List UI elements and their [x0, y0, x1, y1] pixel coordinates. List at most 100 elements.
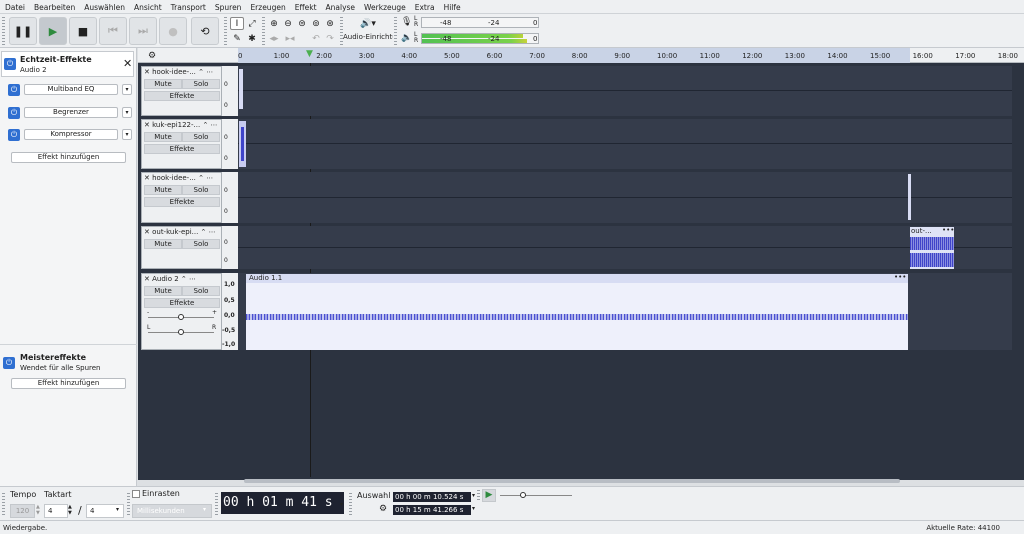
audio-setup-label[interactable]: Audio-Einrichtung	[343, 33, 393, 44]
solo-button[interactable]: Solo	[182, 239, 220, 249]
chevron-down-icon[interactable]: ▾	[203, 506, 206, 513]
effects-button[interactable]: Effekte	[144, 144, 220, 154]
toolbar-grip-9[interactable]	[349, 493, 352, 515]
clip-out[interactable]: out-... •••	[910, 226, 954, 269]
track-menu-icon[interactable]: ⌃ ⋯	[179, 275, 196, 283]
loop-button[interactable]: ⟲	[191, 17, 219, 45]
speed-slider-thumb[interactable]	[520, 492, 526, 498]
snap-unit-select[interactable]: Millisekunden	[132, 504, 212, 518]
zoom-toggle-button[interactable]: ⊛	[323, 17, 337, 30]
gain-slider-thumb[interactable]	[178, 314, 184, 320]
toolbar-grip-3[interactable]	[262, 17, 265, 45]
playback-speed-slider[interactable]	[500, 495, 572, 496]
clip-title[interactable]: Audio 1.1	[249, 274, 282, 282]
close-icon[interactable]: ✕	[123, 57, 132, 70]
power-icon[interactable]: ⏻	[4, 58, 16, 70]
track-name-5[interactable]: Audio 2	[152, 275, 179, 283]
record-button[interactable]: ●	[159, 17, 187, 45]
chevron-down-icon[interactable]: ▾	[472, 492, 475, 499]
close-icon[interactable]: ✕	[144, 228, 152, 236]
menu-auswaehlen[interactable]: Auswählen	[84, 0, 125, 12]
record-meter[interactable]: -48 -24 0	[421, 17, 539, 28]
time-display[interactable]: 00 h 01 m 41 s	[221, 492, 344, 514]
mute-button[interactable]: Mute	[144, 132, 182, 142]
microphone-icon[interactable]: 🎙	[401, 17, 412, 27]
audio-setup-volume-button[interactable]: 🔊▾	[357, 17, 379, 30]
solo-button[interactable]: Solo	[182, 132, 220, 142]
mute-button[interactable]: Mute	[144, 239, 182, 249]
selection-tool-button[interactable]: I	[230, 17, 244, 30]
toolbar-grip-7[interactable]	[127, 493, 130, 515]
timeline-ruler[interactable]: ⚙ ▼ 0 1:00 2:00 3:00 4:00 5:00 6:00 7:00 8:00 9:0…	[138, 48, 1024, 63]
menu-erzeugen[interactable]: Erzeugen	[250, 0, 285, 12]
takt-numerator[interactable]: 4	[44, 504, 68, 518]
mute-button[interactable]: Mute	[144, 286, 182, 296]
effect-slot-3[interactable]: Kompressor	[24, 129, 118, 140]
track-lane-1[interactable]	[238, 66, 1012, 116]
close-icon[interactable]: ✕	[144, 68, 152, 76]
toolbar-grip-5[interactable]	[394, 17, 397, 45]
menu-spuren[interactable]: Spuren	[215, 0, 242, 12]
fit-project-button[interactable]: ⊚	[309, 17, 323, 30]
selection-end[interactable]: 00 h 15 m 41.266 s	[393, 505, 471, 515]
horizontal-scrollbar[interactable]	[244, 479, 900, 483]
snap-checkbox[interactable]	[132, 490, 140, 498]
effects-button[interactable]: Effekte	[144, 197, 220, 207]
menu-datei[interactable]: Datei	[5, 0, 25, 12]
track-lane-5[interactable]: Audio 1.1 •••	[238, 273, 1012, 350]
effect-power-icon-1[interactable]: ⏻	[8, 84, 20, 96]
multi-tool-button[interactable]: ✱	[245, 32, 259, 45]
timeline-settings-icon[interactable]: ⚙	[148, 51, 156, 61]
playhead-marker-icon[interactable]: ▼	[306, 49, 313, 59]
zoom-in-button[interactable]: ⊕	[267, 17, 281, 30]
stop-button[interactable]: ■	[69, 17, 97, 45]
undo-button[interactable]: ↶	[309, 32, 323, 45]
track-menu-icon[interactable]: ⌃ ⋯	[198, 228, 216, 236]
effects-button[interactable]: Effekte	[144, 91, 220, 101]
track-lane-4[interactable]: out-... •••	[238, 226, 1012, 269]
close-icon[interactable]: ✕	[144, 121, 152, 129]
play-button[interactable]: ▶	[39, 17, 67, 45]
envelope-tool-button[interactable]: ⤢	[245, 17, 259, 30]
clip-title[interactable]: out-...	[911, 227, 932, 235]
menu-analyse[interactable]: Analyse	[326, 0, 356, 12]
tempo-spin-icon[interactable]: ▲ ▼	[36, 504, 40, 516]
pan-slider-thumb[interactable]	[178, 329, 184, 335]
gear-icon[interactable]: ⚙	[379, 504, 387, 514]
selection-start[interactable]: 00 h 00 m 10.524 s	[393, 492, 471, 502]
effect-menu-3[interactable]: ▾	[122, 129, 132, 140]
play-at-speed-button[interactable]: ▶	[482, 489, 496, 502]
chevron-down-icon[interactable]: ▾	[472, 505, 475, 512]
solo-button[interactable]: Solo	[182, 286, 220, 296]
chevron-down-icon[interactable]: ▾	[340, 501, 343, 508]
track-name-1[interactable]: hook-idee-...	[152, 68, 196, 76]
track-name-4[interactable]: out-kuk-epi...	[152, 228, 198, 236]
toolbar-grip-6[interactable]	[2, 493, 5, 515]
track-menu-icon[interactable]: ⌃ ⋯	[196, 174, 213, 182]
playback-meter[interactable]: -48 -24 0	[421, 33, 539, 44]
zoom-out-button[interactable]: ⊖	[281, 17, 295, 30]
mute-button[interactable]: Mute	[144, 79, 182, 89]
close-icon[interactable]: ✕	[144, 275, 152, 283]
effect-power-icon-2[interactable]: ⏻	[8, 107, 20, 119]
playback-speaker-icon[interactable]: 🔈	[401, 33, 412, 43]
toolbar-grip-2[interactable]	[224, 17, 227, 45]
clip-menu-icon[interactable]: •••	[894, 273, 906, 281]
takt-spin-icon[interactable]: ▲ ▼	[68, 504, 72, 516]
chevron-down-icon[interactable]: ▾	[116, 506, 119, 513]
track-name-2[interactable]: kuk-epi122-...	[152, 121, 200, 129]
pause-button[interactable]: ❚❚	[9, 17, 37, 45]
toolbar-grip-8[interactable]	[215, 493, 218, 515]
master-power-icon[interactable]: ⏻	[3, 357, 15, 369]
toolbar-grip[interactable]	[2, 17, 5, 45]
tempo-field[interactable]: 120	[10, 504, 35, 518]
clip-audio-1-1[interactable]: Audio 1.1 •••	[246, 273, 908, 350]
master-add-effect-button[interactable]: Effekt hinzufügen	[11, 378, 126, 389]
effects-button[interactable]: Effekte	[144, 298, 220, 308]
skip-end-button[interactable]: ⏭	[129, 17, 157, 45]
clip-menu-icon[interactable]: •••	[942, 226, 954, 234]
effect-power-icon-3[interactable]: ⏻	[8, 129, 20, 141]
menu-werkzeuge[interactable]: Werkzeuge	[364, 0, 406, 12]
toolbar-grip-10[interactable]	[477, 490, 480, 502]
track-lane-3[interactable]	[238, 172, 1012, 223]
